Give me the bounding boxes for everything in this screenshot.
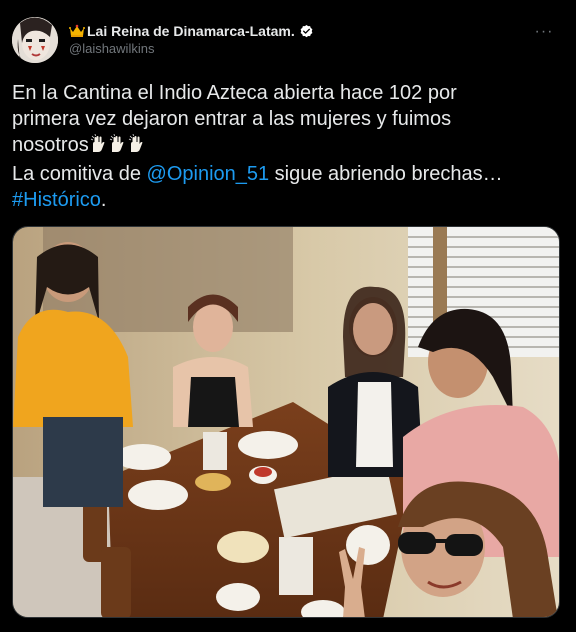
avatar[interactable]	[12, 17, 58, 63]
tweet-card: Lai Reina de Dinamarca-Latam. @laishawil…	[0, 0, 576, 632]
more-options-icon[interactable]: ···	[532, 22, 556, 42]
hashtag-link[interactable]: #Histórico	[12, 189, 101, 211]
author-name-row[interactable]: Lai Reina de Dinamarca-Latam.	[69, 22, 314, 40]
author-block: Lai Reina de Dinamarca-Latam. @laishawil…	[69, 22, 314, 58]
author-handle[interactable]: @laishawilkins	[69, 40, 314, 58]
verified-badge-icon	[299, 24, 314, 39]
tweet-text-line: nosotros	[12, 132, 564, 161]
tweet-text-line: En la Cantina el Indio Azteca abierta ha…	[12, 82, 457, 104]
crown-icon	[69, 24, 85, 38]
tweet-text-segment: sigue abriendo brechas…	[269, 163, 503, 185]
tweet-text-segment: La comitiva de	[12, 163, 147, 185]
tweet-text-segment: nosotros	[12, 134, 89, 156]
tweet-text: En la Cantina el Indio Azteca abierta ha…	[12, 80, 564, 213]
raising-hands-icon	[90, 133, 147, 161]
tweet-text-line: primera vez dejaron entrar a las mujeres…	[12, 108, 452, 130]
photo-icon	[13, 227, 559, 617]
tweet-text-line: #Histórico.	[12, 187, 564, 213]
mention-link[interactable]: @Opinion_51	[147, 163, 270, 185]
tweet-photo[interactable]	[12, 226, 560, 618]
author-display-name[interactable]: Lai Reina de Dinamarca-Latam.	[87, 22, 295, 40]
tweet-text-segment: .	[100, 189, 107, 211]
tweet-text-line: La comitiva de @Opinion_51 sigue abriend…	[12, 161, 564, 187]
tweet-header: Lai Reina de Dinamarca-Latam. @laishawil…	[12, 16, 564, 64]
